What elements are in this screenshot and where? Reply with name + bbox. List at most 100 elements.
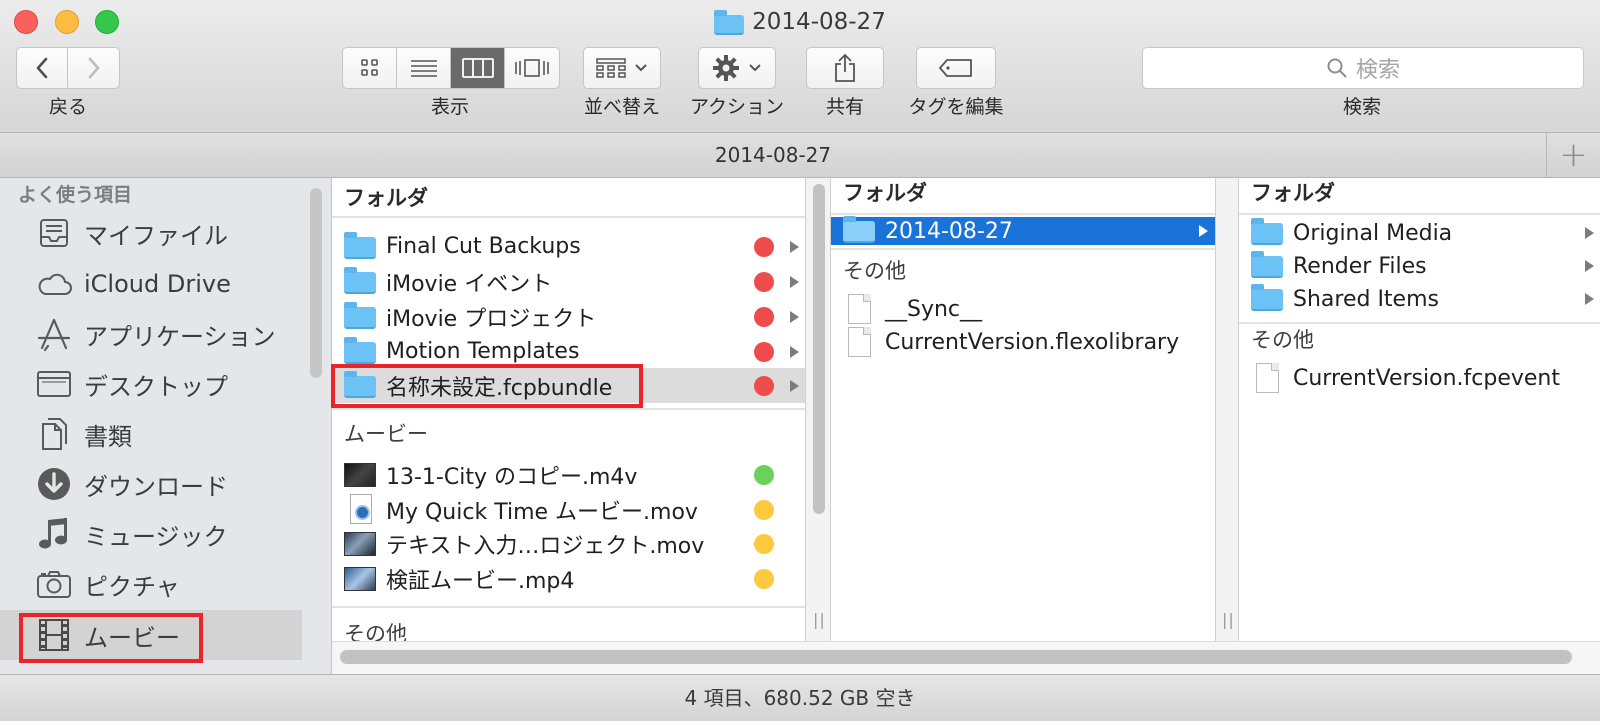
highlight-box-fcpbundle: [331, 364, 643, 408]
sidebar-item-label: 書類: [84, 422, 132, 451]
list-item-movie[interactable]: My Quick Time ムービー.mov: [332, 492, 805, 527]
action-button[interactable]: [698, 47, 776, 89]
list-item-movie[interactable]: 13-1-City のコピー.m4v: [332, 457, 805, 492]
list-item-file[interactable]: __Sync__: [831, 292, 1215, 327]
view-columns-button[interactable]: [451, 48, 505, 88]
chevron-right-icon: [88, 57, 99, 79]
arrange-label: 並べ替え: [583, 96, 660, 118]
icon-view-icon: [360, 59, 378, 76]
sidebar-item-music[interactable]: ミュージック: [0, 509, 302, 559]
horizontal-scrollbar[interactable]: [340, 650, 1572, 664]
list-item-file[interactable]: CurrentVersion.flexolibrary: [831, 325, 1215, 360]
forward-button[interactable]: [68, 48, 119, 88]
sidebar-item-label: iCloud Drive: [84, 270, 231, 298]
share-label: 共有: [825, 96, 864, 118]
item-name: Final Cut Backups: [386, 234, 581, 259]
window-title-bar: 2014-08-27: [0, 6, 1600, 38]
all-files-icon: [34, 213, 74, 253]
chevron-down-icon: [635, 64, 647, 72]
back-button[interactable]: [17, 48, 68, 88]
sidebar-item-downloads[interactable]: ダウンロード: [0, 459, 302, 509]
column-resize-handle[interactable]: ||: [813, 610, 826, 629]
search-placeholder: 検索: [1355, 58, 1400, 83]
list-item-folder[interactable]: Render Files: [1239, 250, 1600, 282]
tab-bar: 2014-08-27 +: [0, 133, 1600, 178]
folder-icon: [344, 266, 376, 295]
item-name: iMovie プロジェクト: [386, 306, 597, 332]
tab-title[interactable]: 2014-08-27: [0, 133, 1546, 177]
item-name: My Quick Time ムービー.mov: [386, 499, 698, 525]
item-name: __Sync__: [885, 297, 983, 322]
edit-tags-label: タグを編集: [908, 96, 1004, 118]
column-header: フォルダ: [831, 178, 1215, 215]
movie-thumbnail-icon: [344, 566, 376, 592]
folder-icon: [344, 336, 376, 365]
edit-tags-button[interactable]: [916, 47, 996, 89]
section-header-other: その他: [843, 259, 906, 283]
sidebar-item-pictures[interactable]: ピクチャ: [0, 559, 302, 609]
view-icon-button[interactable]: [343, 48, 397, 88]
item-name: CurrentVersion.flexolibrary: [885, 330, 1180, 355]
sidebar-item-applications[interactable]: アプリケーション: [0, 309, 302, 359]
list-item-folder[interactable]: Final Cut Backups: [332, 229, 805, 264]
camera-icon: [34, 564, 74, 604]
list-item-movie[interactable]: 検証ムービー.mp4: [332, 561, 805, 596]
toolbar: 2014-08-27 戻る 表示 並べ替え アクション 共有 タグを編集 検索 …: [0, 0, 1600, 133]
section-header-other: その他: [344, 622, 407, 641]
view-list-button[interactable]: [397, 48, 451, 88]
list-item-folder[interactable]: iMovie イベント: [332, 264, 805, 299]
item-name: 2014-08-27: [885, 218, 1013, 244]
new-tab-button[interactable]: +: [1546, 133, 1600, 177]
column-1-scrollbar[interactable]: [813, 184, 825, 514]
column-view-icon: [461, 58, 494, 78]
item-name: 検証ムービー.mp4: [386, 568, 575, 594]
disclosure-arrow-icon: [1585, 260, 1594, 272]
folder-icon: [714, 10, 745, 35]
sidebar-item-label: ミュージック: [84, 522, 228, 551]
disclosure-arrow-icon: [790, 310, 799, 323]
sidebar-item-desktop[interactable]: デスクトップ: [0, 359, 302, 409]
disclosure-arrow-icon: [790, 345, 799, 358]
movie-thumbnail-icon: [344, 531, 376, 557]
share-button[interactable]: [806, 47, 884, 89]
desktop-icon: [34, 364, 74, 404]
sidebar-scrollbar[interactable]: [310, 188, 322, 378]
list-item-file[interactable]: CurrentVersion.fcpevent: [1239, 361, 1600, 396]
column-resize-handle[interactable]: ||: [1222, 610, 1235, 629]
sidebar-item-label: アプリケーション: [84, 322, 276, 351]
list-item-folder[interactable]: Original Media: [1239, 217, 1600, 249]
folder-icon: [1251, 284, 1283, 312]
green-tag-icon: [754, 464, 774, 485]
item-name: Motion Templates: [386, 339, 580, 364]
chevron-down-icon: [749, 64, 761, 72]
column-header: フォルダ: [1239, 178, 1600, 215]
cover-flow-icon: [515, 59, 549, 77]
section-divider: [332, 408, 805, 410]
list-item-movie[interactable]: テキスト入力…ロジェクト.mov: [332, 526, 805, 561]
search-field[interactable]: 検索: [1142, 47, 1584, 89]
gear-icon: [713, 55, 739, 81]
sidebar: よく使う項目 マイファイル iCloud Drive アプリケーション デスクト…: [0, 178, 332, 674]
red-tag-icon: [754, 375, 774, 396]
view-coverflow-button[interactable]: [505, 48, 559, 88]
disclosure-arrow-icon: [1199, 225, 1208, 237]
sidebar-item-documents[interactable]: 書類: [0, 409, 302, 459]
sidebar-item-label: マイファイル: [84, 221, 228, 250]
list-item-folder[interactable]: Shared Items: [1239, 283, 1600, 315]
list-item-folder-selected[interactable]: 2014-08-27: [831, 216, 1215, 245]
search-label: 検索: [1342, 96, 1381, 118]
section-header-other: その他: [1251, 328, 1314, 352]
yellow-tag-icon: [754, 533, 774, 554]
section-header-movies: ムービー: [344, 422, 428, 446]
arrange-button[interactable]: [583, 47, 661, 89]
sidebar-item-all-files[interactable]: マイファイル: [0, 208, 302, 258]
sidebar-item-icloud-drive[interactable]: iCloud Drive: [0, 259, 302, 309]
window-title: 2014-08-27: [752, 9, 886, 35]
disclosure-arrow-icon: [790, 379, 799, 392]
yellow-tag-icon: [754, 499, 774, 520]
sidebar-item-label: デスクトップ: [84, 372, 228, 401]
list-item-folder[interactable]: iMovie プロジェクト: [332, 299, 805, 334]
section-divider: [332, 606, 805, 608]
share-icon: [835, 53, 855, 82]
folder-icon: [344, 301, 376, 330]
